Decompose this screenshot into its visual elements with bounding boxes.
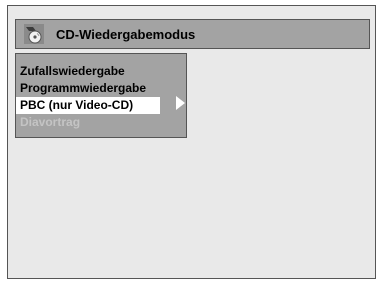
menu-item-slideshow: Diavortrag (20, 115, 81, 129)
playback-mode-menu: Zufallswiedergabe Programmwiedergabe PBC… (15, 53, 187, 138)
osd-screen: CD-Wiedergabemodus Zufallswiedergabe Pro… (7, 5, 376, 279)
menu-item-program-playback[interactable]: Programmwiedergabe (16, 80, 186, 97)
arrow-right-icon (176, 96, 185, 110)
menu-list: Zufallswiedergabe Programmwiedergabe PBC… (16, 63, 186, 131)
disc-play-icon (24, 24, 44, 44)
dialog-title: CD-Wiedergabemodus (56, 26, 196, 42)
menu-item-pbc[interactable]: PBC (nur Video-CD) (16, 97, 160, 114)
menu-item-random-playback[interactable]: Zufallswiedergabe (16, 63, 186, 80)
title-bar: CD-Wiedergabemodus (15, 19, 370, 49)
